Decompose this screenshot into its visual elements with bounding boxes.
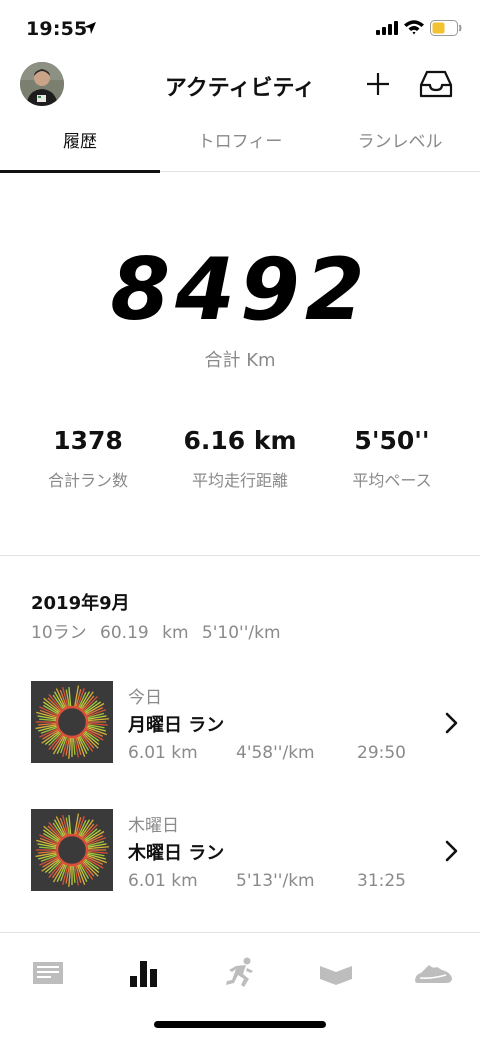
run-list-item[interactable]: 木曜日 木曜日 ラン 6.01 km 5'13''/km 31:25	[0, 809, 480, 909]
chevron-right-icon[interactable]	[442, 711, 460, 735]
add-activity-button[interactable]	[362, 68, 394, 100]
feed-icon[interactable]	[30, 955, 66, 991]
status-bar: 19:55	[0, 0, 480, 60]
activity-icon[interactable]	[126, 955, 162, 991]
stat-value: 1378	[53, 426, 123, 455]
total-distance-label: 合計 Km	[204, 350, 276, 371]
location-arrow-icon	[84, 22, 96, 34]
month-summary: 10ラン 60.19 km 5'10''/km	[31, 623, 281, 643]
run-icon[interactable]	[222, 955, 258, 991]
chevron-right-icon[interactable]	[442, 839, 460, 863]
stat-value: 6.16 km	[183, 426, 297, 455]
stat-average-pace: 5'50'' 平均ペース	[312, 426, 472, 491]
stat-total-runs: 1378 合計ラン数	[8, 426, 168, 491]
stat-average-distance: 6.16 km 平均走行距離	[160, 426, 320, 491]
status-time: 19:55	[26, 18, 88, 40]
total-distance-value: 8492	[110, 240, 370, 340]
run-route-ring	[35, 813, 109, 887]
run-map-thumbnail	[31, 681, 113, 763]
run-pace: 4'58''/km	[236, 743, 315, 763]
inbox-icon[interactable]	[418, 68, 454, 100]
plan-icon[interactable]	[318, 955, 354, 991]
page-title: アクティビティ	[164, 76, 316, 101]
run-route-ring	[35, 685, 109, 759]
tab-run-level[interactable]: ランレベル	[320, 118, 480, 172]
stat-label: 合計ラン数	[47, 471, 128, 490]
tab-bar: 履歴 トロフィー ランレベル	[0, 118, 480, 173]
stat-label: 平均ペース	[352, 471, 432, 490]
signal-icon	[376, 21, 398, 35]
run-distance: 6.01 km	[128, 743, 198, 763]
battery-icon	[430, 20, 462, 36]
stat-value: 5'50''	[354, 426, 430, 455]
run-day: 今日	[128, 688, 162, 708]
wifi-icon	[404, 20, 424, 35]
stat-label: 平均走行距離	[191, 471, 288, 490]
top-bar: アクティビティ	[0, 56, 480, 112]
run-distance: 6.01 km	[128, 871, 198, 891]
run-pace: 5'13''/km	[236, 871, 315, 891]
section-divider	[0, 555, 480, 556]
month-title: 2019年9月	[31, 593, 130, 614]
tab-trophies[interactable]: トロフィー	[160, 118, 320, 172]
run-day: 木曜日	[128, 816, 179, 836]
shoe-icon[interactable]	[412, 955, 454, 991]
run-title: 月曜日 ラン	[128, 715, 225, 736]
tab-history[interactable]: 履歴	[0, 118, 160, 173]
run-map-thumbnail	[31, 809, 113, 891]
run-list-item[interactable]: 今日 月曜日 ラン 6.01 km 4'58''/km 29:50	[0, 681, 480, 781]
run-title: 木曜日 ラン	[128, 843, 225, 864]
home-indicator	[154, 1021, 326, 1028]
run-time: 31:25	[357, 871, 406, 891]
run-time: 29:50	[357, 743, 406, 763]
